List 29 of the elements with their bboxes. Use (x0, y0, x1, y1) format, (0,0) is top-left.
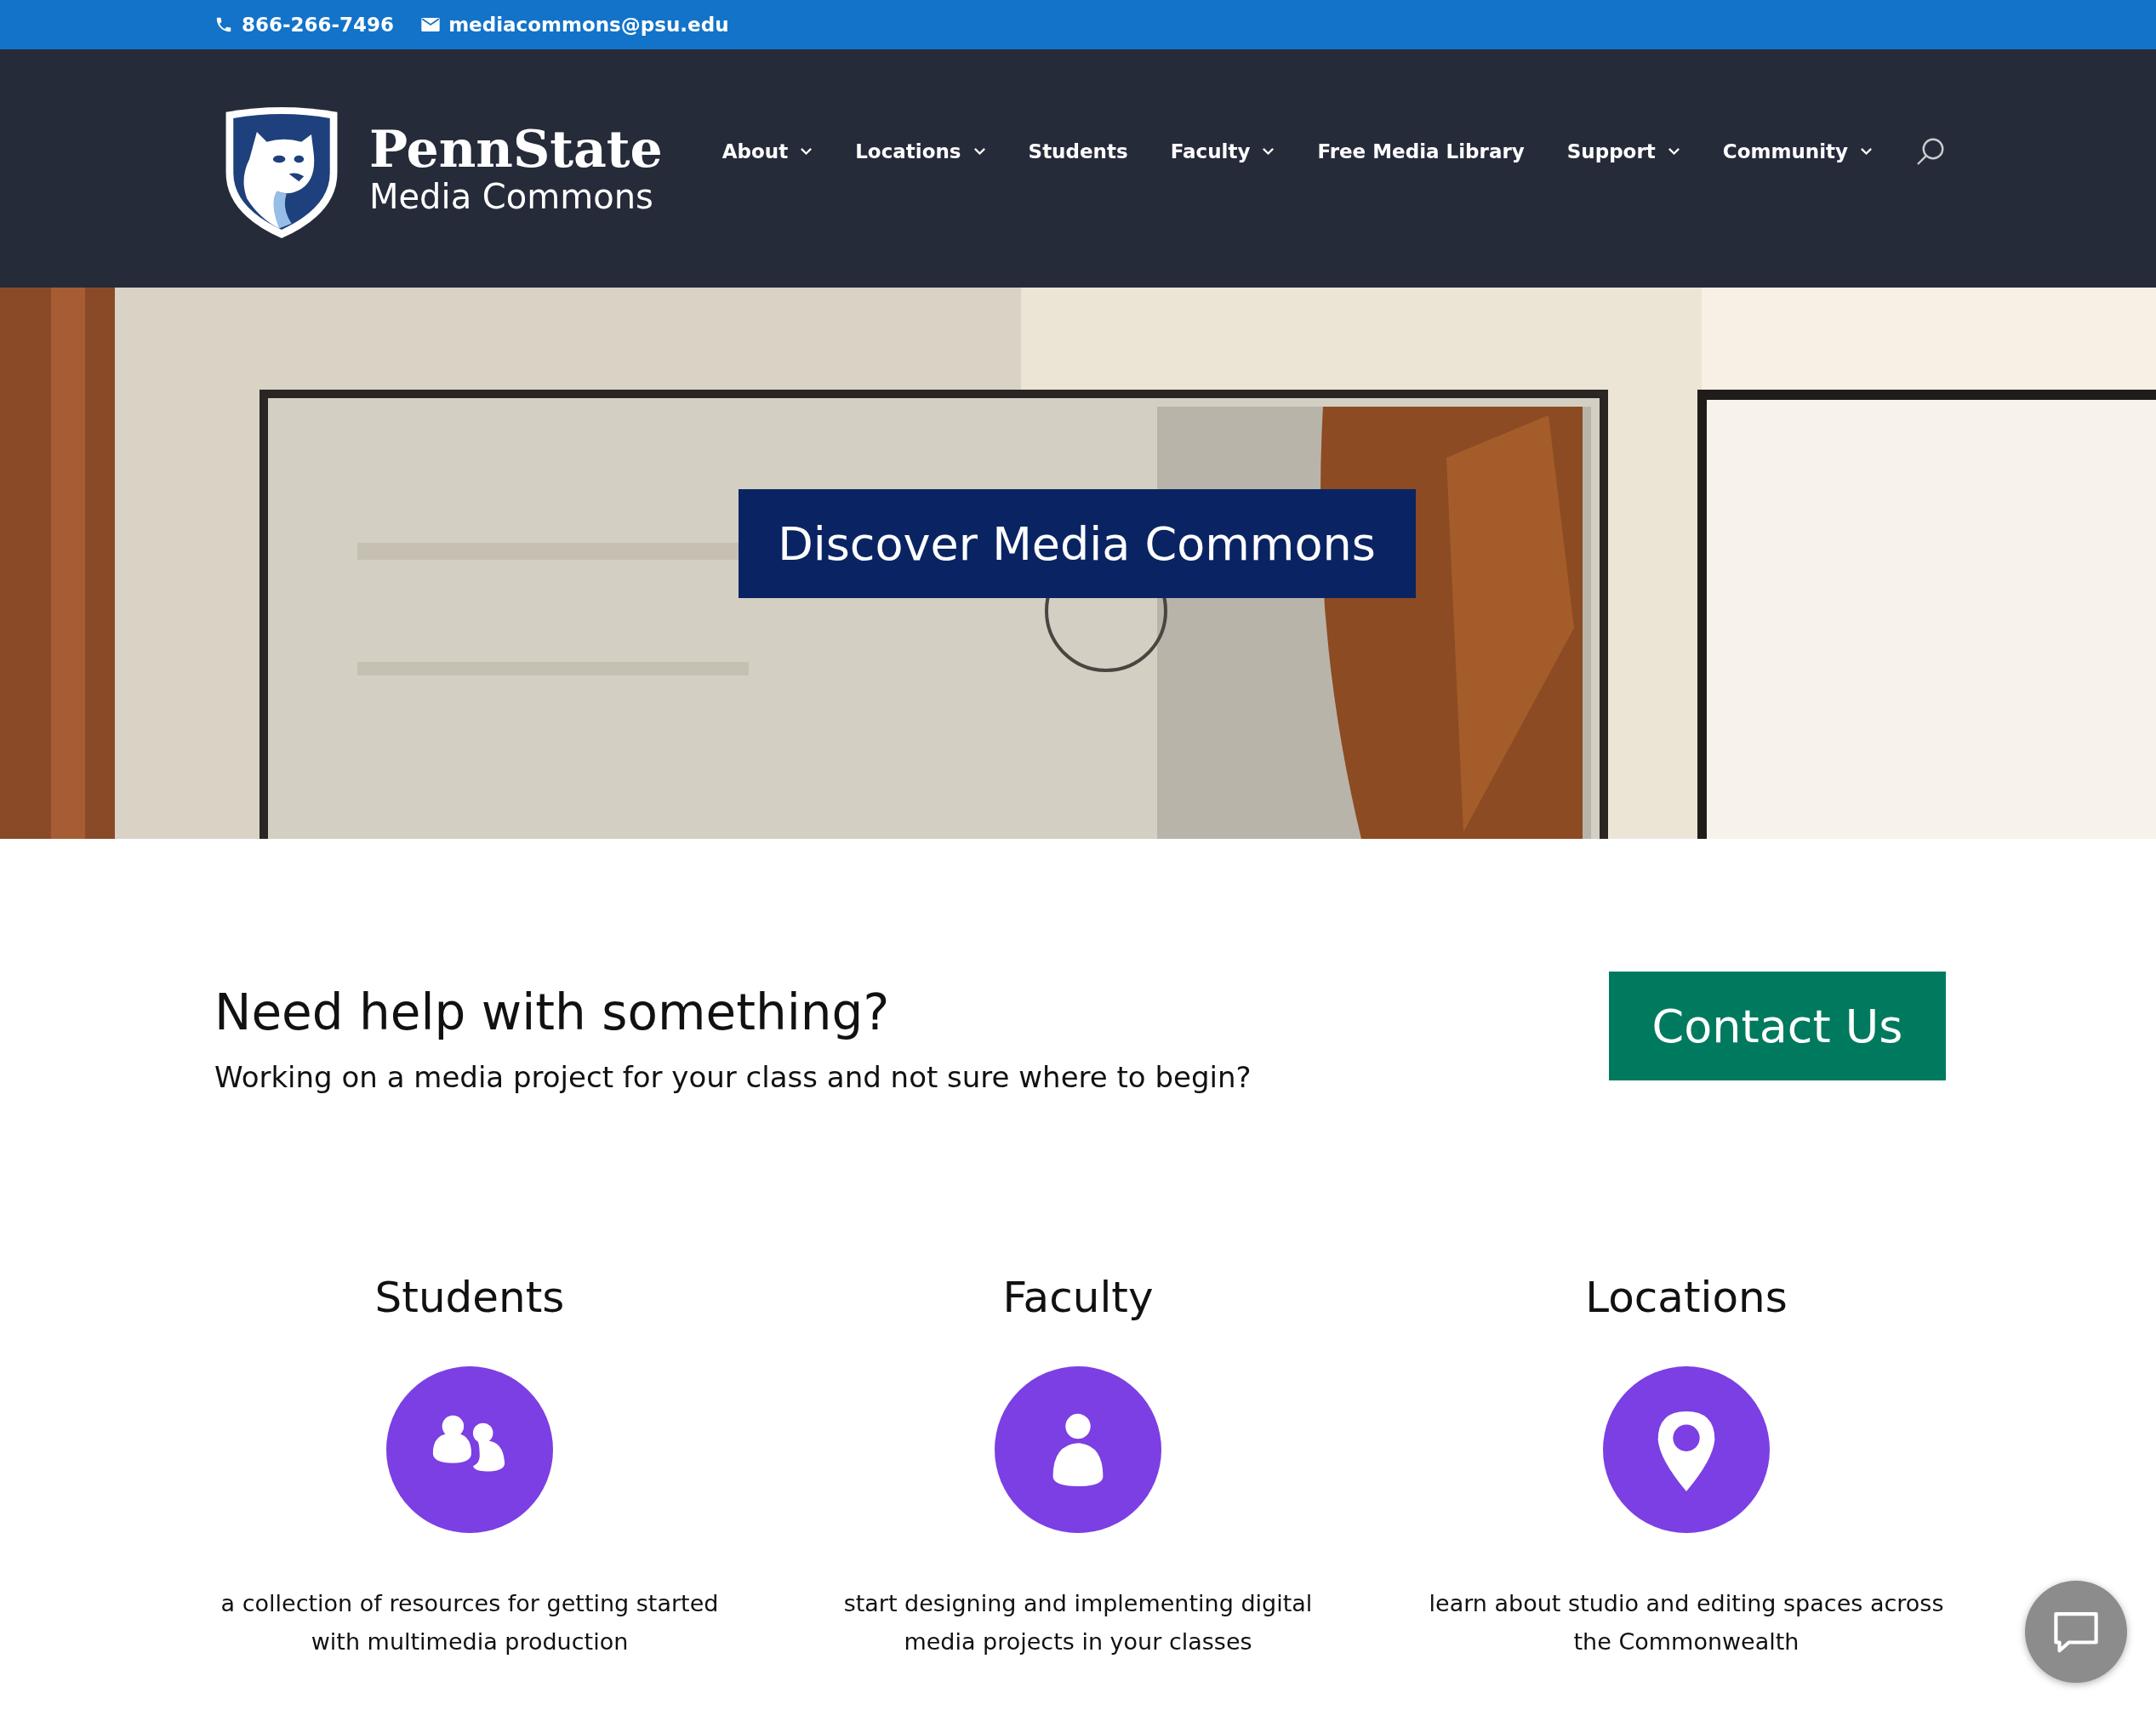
help-text: Working on a media project for your class and not sure where to begin? (214, 1060, 1252, 1094)
phone-icon (214, 15, 233, 34)
chat-button[interactable] (2025, 1581, 2127, 1683)
logo-subtitle: Media Commons (369, 177, 654, 216)
feature-description: a collection of resources for getting started with multimedia production (220, 1589, 720, 1656)
feature-description: start designing and implementing digital media projects in your classes (842, 1589, 1314, 1656)
feature-heading: Faculty (1002, 1273, 1154, 1322)
logo-wordmark: PennState (369, 121, 663, 177)
nav-link[interactable]: Faculty (1170, 140, 1275, 162)
discover-button[interactable]: Discover Media Commons (738, 489, 1416, 598)
contact-button[interactable]: Contact Us (1609, 972, 1946, 1080)
nav-link[interactable]: Support (1566, 140, 1680, 162)
mail-icon (421, 18, 441, 31)
help-heading: Need help with something? (214, 983, 891, 1041)
location-pin-icon[interactable] (1603, 1366, 1770, 1533)
feature-heading: Students (374, 1273, 565, 1322)
nav-link[interactable]: About (722, 140, 813, 162)
chat-bubble-icon (2052, 1610, 2100, 1653)
phone-link[interactable]: 866-266-7496 (242, 14, 395, 36)
nav-link[interactable]: Students (1028, 140, 1128, 162)
nav-link[interactable]: Free Media Library (1317, 140, 1525, 162)
feature-description: learn about studio and editing spaces across the Commonwealth (1428, 1589, 1945, 1656)
feature-heading: Locations (1585, 1273, 1788, 1322)
people-icon[interactable] (386, 1366, 553, 1533)
search-icon[interactable] (1915, 136, 1946, 167)
nav-link[interactable]: Locations (855, 140, 986, 162)
person-icon[interactable] (995, 1366, 1161, 1533)
email-link[interactable]: mediacommons@psu.edu (448, 14, 729, 36)
nav-link[interactable]: Community (1722, 140, 1873, 162)
